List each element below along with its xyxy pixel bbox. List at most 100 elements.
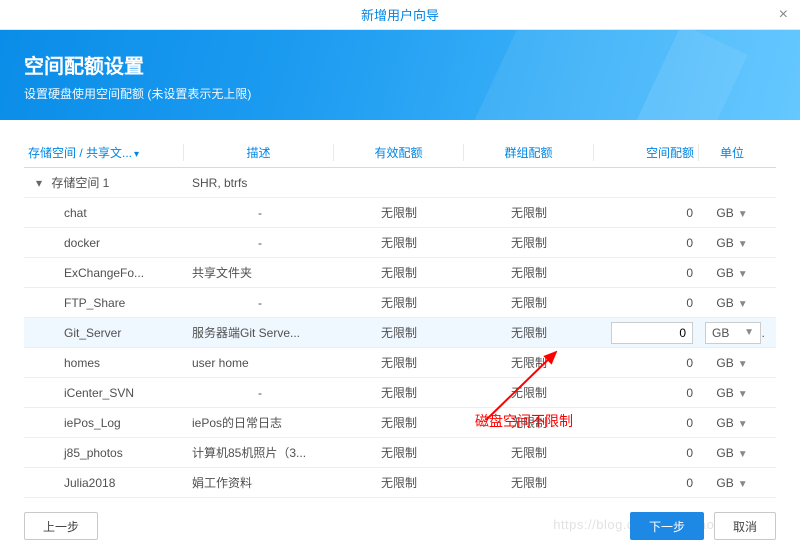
chevron-down-icon: ▼: [738, 209, 748, 220]
cell-name: chat: [24, 206, 184, 220]
cell-quota: 无限制: [334, 444, 464, 461]
table-row[interactable]: docker-无限制无限制0GB▼: [24, 228, 776, 258]
cell-desc: user home: [184, 356, 334, 370]
cell-name: j85_photos: [24, 446, 184, 460]
cell-desc: SHR, btrfs: [184, 176, 334, 190]
cell-unit[interactable]: GB▼: [699, 266, 765, 280]
cell-name: Julia2018: [24, 476, 184, 490]
cell-quota: 无限制: [334, 324, 464, 341]
cell-desc: -: [184, 236, 334, 250]
table-row[interactable]: Julia2018娟工作资料无限制无限制0GB▼: [24, 468, 776, 498]
cell-space-quota[interactable]: 0: [594, 296, 699, 310]
cell-desc: iePos的日常日志: [184, 414, 334, 431]
cell-quota: 无限制: [334, 234, 464, 251]
table-row[interactable]: ▾ 存储空间 1SHR, btrfs: [24, 168, 776, 198]
quota-grid: 存储空间 / 共享文...▾ 描述 有效配额 群组配额 空间配额 单位 ▾ 存储…: [0, 120, 800, 498]
cell-unit[interactable]: GB▼: [699, 446, 765, 460]
table-row[interactable]: chat-无限制无限制0GB▼: [24, 198, 776, 228]
space-quota-input[interactable]: [611, 322, 693, 344]
chevron-down-icon: ▼: [744, 327, 754, 338]
cell-space-quota[interactable]: 0: [594, 236, 699, 250]
cell-desc: 共享文件夹: [184, 264, 334, 281]
cell-group-quota: 无限制: [464, 414, 594, 431]
cell-unit[interactable]: GB▼: [699, 236, 765, 250]
cell-unit[interactable]: GB▼: [699, 296, 765, 310]
grid-header-row: 存储空间 / 共享文...▾ 描述 有效配额 群组配额 空间配额 单位: [24, 138, 776, 168]
table-row[interactable]: iePos_LogiePos的日常日志无限制无限制0GB▼: [24, 408, 776, 438]
cell-quota: 无限制: [334, 204, 464, 221]
chevron-down-icon: ▼: [738, 239, 748, 250]
cell-quota: 无限制: [334, 354, 464, 371]
cell-name: ExChangeFo...: [24, 266, 184, 280]
banner-heading: 空间配额设置: [24, 50, 776, 79]
cell-group-quota: 无限制: [464, 204, 594, 221]
cell-quota: 无限制: [334, 474, 464, 491]
cell-unit[interactable]: GB▼: [699, 476, 765, 490]
dialog-header: 新增用户向导 ×: [0, 0, 800, 30]
cell-quota: 无限制: [334, 264, 464, 281]
cell-unit[interactable]: GB▼: [699, 386, 765, 400]
col-header-unit[interactable]: 单位: [699, 144, 765, 161]
col-header-name[interactable]: 存储空间 / 共享文...▾: [24, 144, 184, 161]
cell-unit: GB▼: [699, 322, 765, 344]
cell-name: ▾ 存储空间 1: [24, 174, 184, 191]
col-header-quota[interactable]: 有效配额: [334, 144, 464, 161]
unit-select[interactable]: GB▼: [705, 322, 761, 344]
cell-desc: -: [184, 296, 334, 310]
cell-unit[interactable]: GB▼: [699, 206, 765, 220]
cell-group-quota: 无限制: [464, 234, 594, 251]
banner: 空间配额设置 设置硬盘使用空间配额 (未设置表示无上限): [0, 30, 800, 120]
grid-body: ▾ 存储空间 1SHR, btrfschat-无限制无限制0GB▼docker-…: [24, 168, 776, 498]
cell-space-quota[interactable]: 0: [594, 476, 699, 490]
cell-name: FTP_Share: [24, 296, 184, 310]
chevron-down-icon: ▼: [738, 299, 748, 310]
table-row[interactable]: Git_Server服务器端Git Serve...无限制无限制GB▼: [24, 318, 776, 348]
chevron-down-icon: ▼: [738, 269, 748, 280]
cell-space-quota[interactable]: 0: [594, 416, 699, 430]
cell-space-quota[interactable]: 0: [594, 266, 699, 280]
chevron-down-icon: ▼: [738, 419, 748, 430]
cell-name: iCenter_SVN: [24, 386, 184, 400]
cell-quota: 无限制: [334, 294, 464, 311]
cell-desc: 计算机85机照片（3...: [184, 444, 334, 461]
table-row[interactable]: homesuser home无限制无限制0GB▼: [24, 348, 776, 378]
table-row[interactable]: j85_photos计算机85机照片（3...无限制无限制0GB▼: [24, 438, 776, 468]
chevron-down-icon: ▼: [738, 389, 748, 400]
cell-group-quota: 无限制: [464, 474, 594, 491]
col-header-group[interactable]: 群组配额: [464, 144, 594, 161]
cell-desc: 服务器端Git Serve...: [184, 324, 334, 341]
cell-space-quota[interactable]: 0: [594, 386, 699, 400]
cell-name: iePos_Log: [24, 416, 184, 430]
cell-unit[interactable]: GB▼: [699, 356, 765, 370]
dialog-title: 新增用户向导: [361, 5, 439, 24]
cell-space-quota[interactable]: 0: [594, 206, 699, 220]
cell-name: docker: [24, 236, 184, 250]
cell-group-quota: 无限制: [464, 294, 594, 311]
cell-unit[interactable]: GB▼: [699, 416, 765, 430]
cell-quota: 无限制: [334, 414, 464, 431]
cell-desc: -: [184, 386, 334, 400]
back-button[interactable]: 上一步: [24, 512, 98, 540]
col-header-space[interactable]: 空间配额: [594, 144, 699, 161]
next-button[interactable]: 下一步: [630, 512, 704, 540]
chevron-down-icon: ▼: [738, 359, 748, 370]
cell-space-quota: [594, 322, 699, 344]
table-row[interactable]: FTP_Share-无限制无限制0GB▼: [24, 288, 776, 318]
cell-group-quota: 无限制: [464, 264, 594, 281]
cell-group-quota: 无限制: [464, 354, 594, 371]
chevron-down-icon: ▼: [738, 449, 748, 460]
close-icon[interactable]: ×: [779, 6, 788, 24]
cell-space-quota[interactable]: 0: [594, 446, 699, 460]
table-row[interactable]: ExChangeFo...共享文件夹无限制无限制0GB▼: [24, 258, 776, 288]
cell-group-quota: 无限制: [464, 444, 594, 461]
cell-desc: 娟工作资料: [184, 474, 334, 491]
cell-quota: 无限制: [334, 384, 464, 401]
cell-group-quota: 无限制: [464, 384, 594, 401]
cancel-button[interactable]: 取消: [714, 512, 776, 540]
col-header-desc[interactable]: 描述: [184, 144, 334, 161]
expand-icon[interactable]: ▾: [36, 176, 48, 190]
banner-subtitle: 设置硬盘使用空间配额 (未设置表示无上限): [24, 85, 776, 102]
table-row[interactable]: iCenter_SVN-无限制无限制0GB▼: [24, 378, 776, 408]
cell-desc: -: [184, 206, 334, 220]
cell-space-quota[interactable]: 0: [594, 356, 699, 370]
